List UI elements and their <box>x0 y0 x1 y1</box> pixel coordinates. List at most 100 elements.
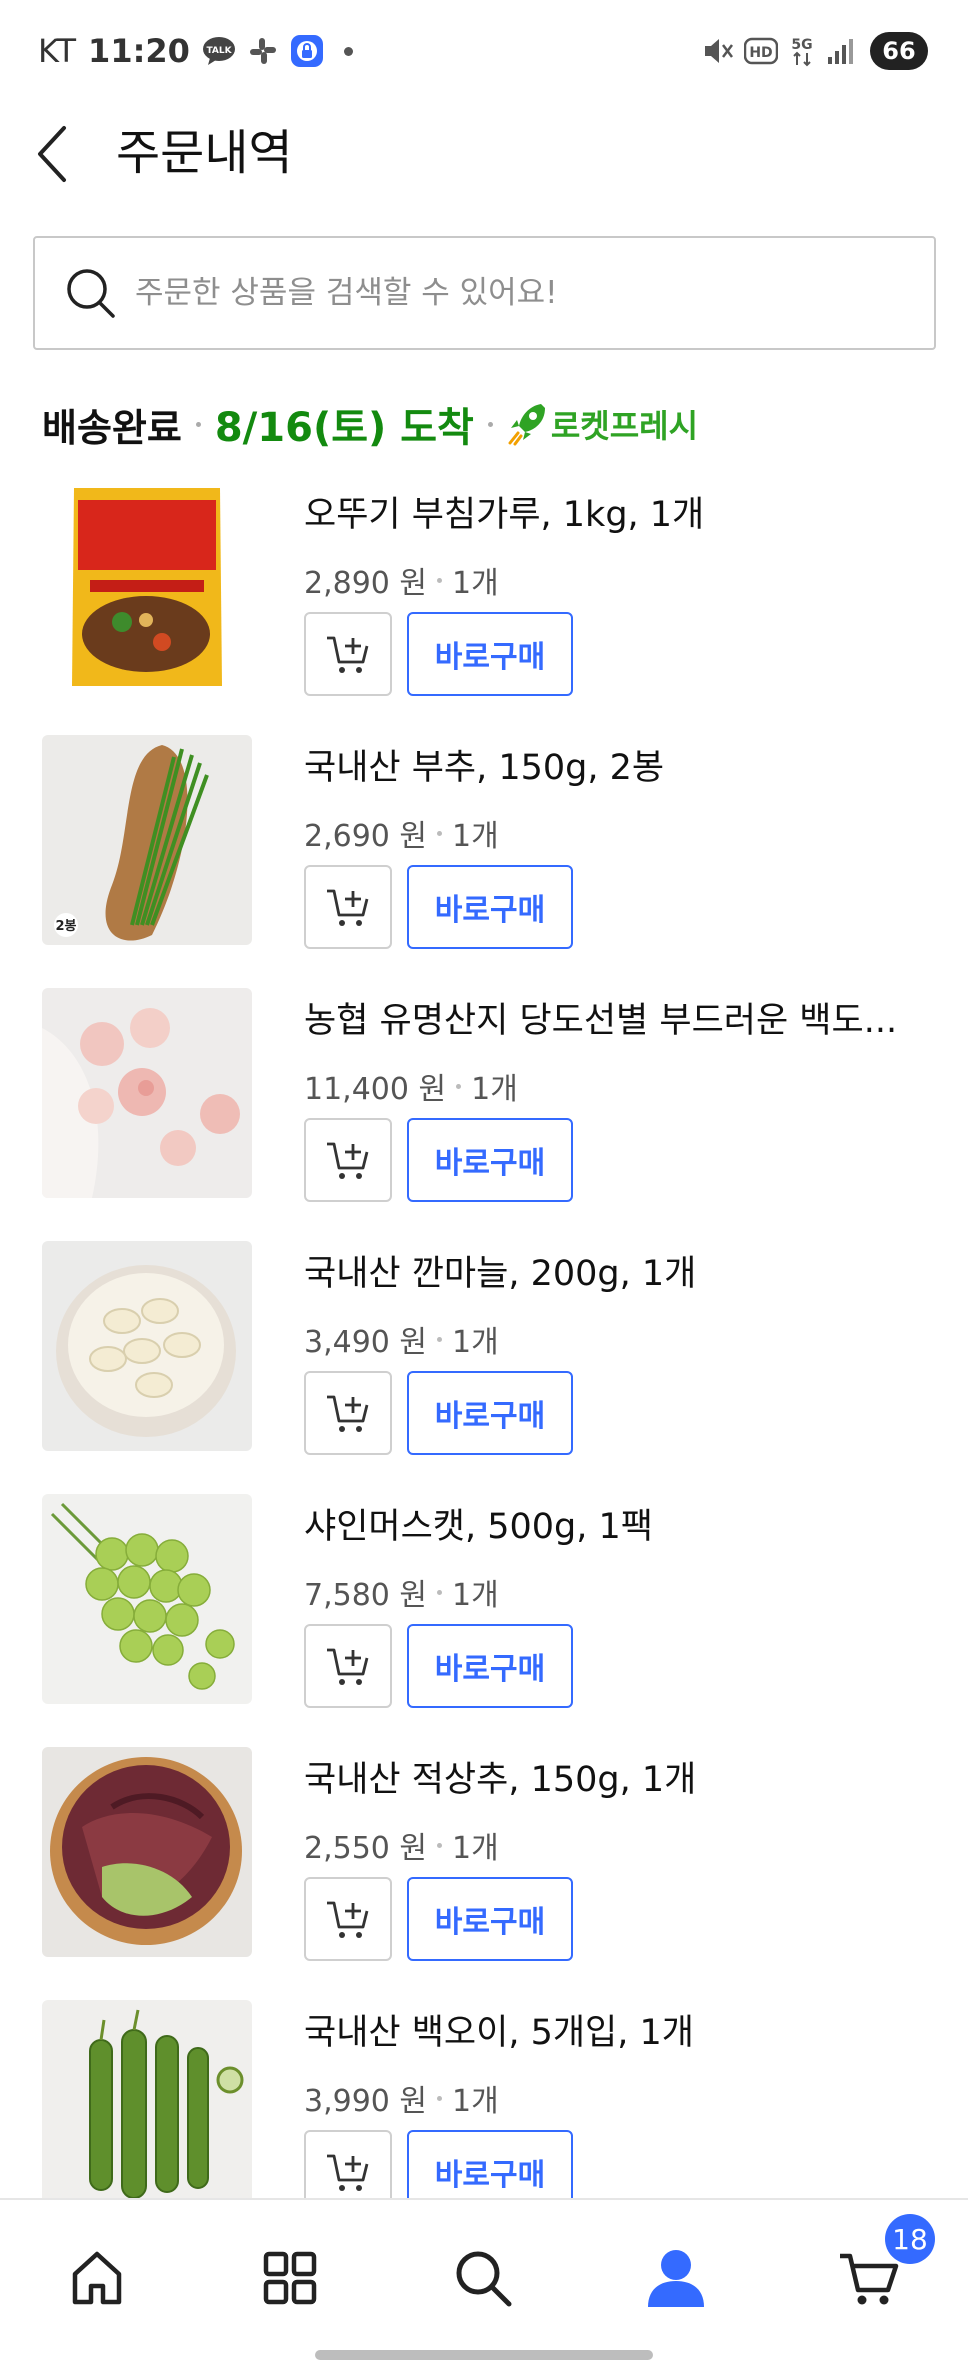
cart-count-badge: 18 <box>885 2214 935 2264</box>
cart-add-icon <box>327 1901 369 1938</box>
rocket-fresh-label: 로켓프레시 <box>550 407 699 445</box>
product-thumbnail[interactable] <box>42 2000 252 2210</box>
hd-icon: HD <box>744 37 778 65</box>
buy-now-button[interactable]: 바로구매 <box>407 865 573 949</box>
svg-text:TALK: TALK <box>206 46 232 56</box>
search-icon <box>456 2251 512 2307</box>
product-thumbnail[interactable] <box>42 988 252 1198</box>
price-row: 11,400 원 1개 <box>304 1064 518 1108</box>
price-row: 3,490 원 1개 <box>304 1317 499 1361</box>
product-name[interactable]: 샤인머스캣, 500g, 1팩 <box>304 1498 934 1549</box>
product-quantity: 1개 <box>452 819 499 854</box>
svg-text:HD: HD <box>749 45 772 61</box>
product-thumbnail[interactable] <box>42 1494 252 1704</box>
add-to-cart-button[interactable] <box>304 865 392 949</box>
product-quantity: 1개 <box>452 1325 499 1360</box>
nav-home[interactable] <box>57 2238 137 2318</box>
add-to-cart-button[interactable] <box>304 1877 392 1961</box>
category-grid-icon <box>263 2251 317 2305</box>
buy-now-button[interactable]: 바로구매 <box>407 1118 573 1202</box>
separator-dot <box>487 421 493 427</box>
separator-dot <box>437 1589 443 1595</box>
delivery-header: 배송완료 8/16(토) 도착 로켓프레시 <box>42 392 698 456</box>
vpn-lock-icon <box>290 34 324 68</box>
product-name[interactable]: 국내산 적상추, 150g, 1개 <box>304 1751 934 1802</box>
order-item[interactable]: 국내산 깐마늘, 200g, 1개 3,490 원 1개 바로구매 <box>0 1241 968 1494</box>
buy-now-button[interactable]: 바로구매 <box>407 612 573 696</box>
order-item[interactable]: 국내산 적상추, 150g, 1개 2,550 원 1개 바로구매 <box>0 1747 968 2000</box>
buy-now-button[interactable]: 바로구매 <box>407 1877 573 1961</box>
rocket-icon <box>508 404 545 446</box>
cart-add-icon <box>327 1395 369 1432</box>
buy-now-button[interactable]: 바로구매 <box>407 1624 573 1708</box>
product-name[interactable]: 오뚜기 부침가루, 1kg, 1개 <box>304 486 934 537</box>
add-to-cart-button[interactable] <box>304 612 392 696</box>
separator-dot <box>195 421 201 427</box>
product-name[interactable]: 국내산 부추, 150g, 2봉 <box>304 739 934 790</box>
price-row: 7,580 원 1개 <box>304 1570 499 1614</box>
buy-now-button[interactable]: 바로구매 <box>407 1371 573 1455</box>
product-price: 3,490 원 <box>304 1325 428 1360</box>
signal-icon <box>826 37 856 65</box>
price-row: 2,550 원 1개 <box>304 1823 499 1867</box>
cart-add-icon <box>327 889 369 926</box>
nav-category[interactable] <box>250 2238 330 2318</box>
search-bar[interactable] <box>33 236 936 350</box>
order-item[interactable]: 오뚜기 부침가루, 1kg, 1개 2,890 원 1개 바로구매 <box>0 482 968 735</box>
separator-dot <box>437 830 443 836</box>
product-name[interactable]: 농협 유명산지 당도선별 부드러운 백도... <box>304 992 934 1043</box>
talk-icon: TALK <box>202 36 236 66</box>
add-to-cart-button[interactable] <box>304 1624 392 1708</box>
product-thumbnail[interactable]: 2봉 <box>42 735 252 945</box>
cart-add-icon <box>327 1142 369 1179</box>
cart-add-icon <box>327 636 369 673</box>
order-item[interactable]: 농협 유명산지 당도선별 부드러운 백도... 11,400 원 1개 바로구매 <box>0 988 968 1241</box>
product-name[interactable]: 국내산 백오이, 5개입, 1개 <box>304 2004 934 2055</box>
order-item[interactable]: 샤인머스캣, 500g, 1팩 7,580 원 1개 바로구매 <box>0 1494 968 1747</box>
add-to-cart-button[interactable] <box>304 1371 392 1455</box>
app-header: 주문내역 <box>0 104 968 200</box>
cart-add-icon <box>327 2154 369 2191</box>
search-icon <box>67 269 115 318</box>
page-title: 주문내역 <box>116 125 293 181</box>
delivery-status: 배송완료 <box>42 405 182 450</box>
product-price: 2,690 원 <box>304 819 428 854</box>
product-price: 2,550 원 <box>304 1831 428 1866</box>
thumbnail-badge: 2봉 <box>55 919 76 934</box>
back-button[interactable] <box>34 122 86 186</box>
my-account-icon <box>648 2250 704 2307</box>
product-thumbnail[interactable] <box>42 1241 252 1451</box>
price-row: 3,990 원 1개 <box>304 2076 499 2120</box>
5g-icon: 5G <box>788 35 816 67</box>
separator-dot <box>437 2095 443 2101</box>
separator-dot <box>437 1336 443 1342</box>
product-price: 7,580 원 <box>304 1578 428 1613</box>
product-thumbnail[interactable] <box>42 1747 252 1957</box>
price-row: 2,690 원 1개 <box>304 811 499 855</box>
product-thumbnail[interactable] <box>42 482 252 692</box>
clock: 11:20 <box>88 32 190 70</box>
product-quantity: 1개 <box>452 2084 499 2119</box>
product-name[interactable]: 국내산 깐마늘, 200g, 1개 <box>304 1245 934 1296</box>
separator-dot <box>437 1842 443 1848</box>
battery-icon: 66 <box>870 32 928 70</box>
product-quantity: 1개 <box>452 1831 499 1866</box>
carrier-label: KT <box>38 32 77 70</box>
product-price: 2,890 원 <box>304 566 428 601</box>
nav-search[interactable] <box>443 2238 523 2318</box>
notification-dot <box>343 46 353 56</box>
add-to-cart-button[interactable] <box>304 1118 392 1202</box>
cart-add-icon <box>327 1648 369 1685</box>
search-input[interactable] <box>135 275 915 311</box>
order-item[interactable]: 2봉 국내산 부추, 150g, 2봉 2,690 원 1개 바로구매 <box>0 735 968 988</box>
home-indicator[interactable] <box>315 2350 653 2360</box>
price-row: 2,890 원 1개 <box>304 558 499 602</box>
cart-icon <box>840 2253 899 2305</box>
slack-icon <box>248 36 278 66</box>
nav-my-account[interactable] <box>636 2238 716 2318</box>
status-bar: KT 11:20 TALK HD 5G 66 <box>0 0 968 100</box>
product-quantity: 1개 <box>471 1072 518 1107</box>
product-quantity: 1개 <box>452 566 499 601</box>
svg-text:5G: 5G <box>791 37 812 53</box>
product-price: 11,400 원 <box>304 1072 447 1107</box>
